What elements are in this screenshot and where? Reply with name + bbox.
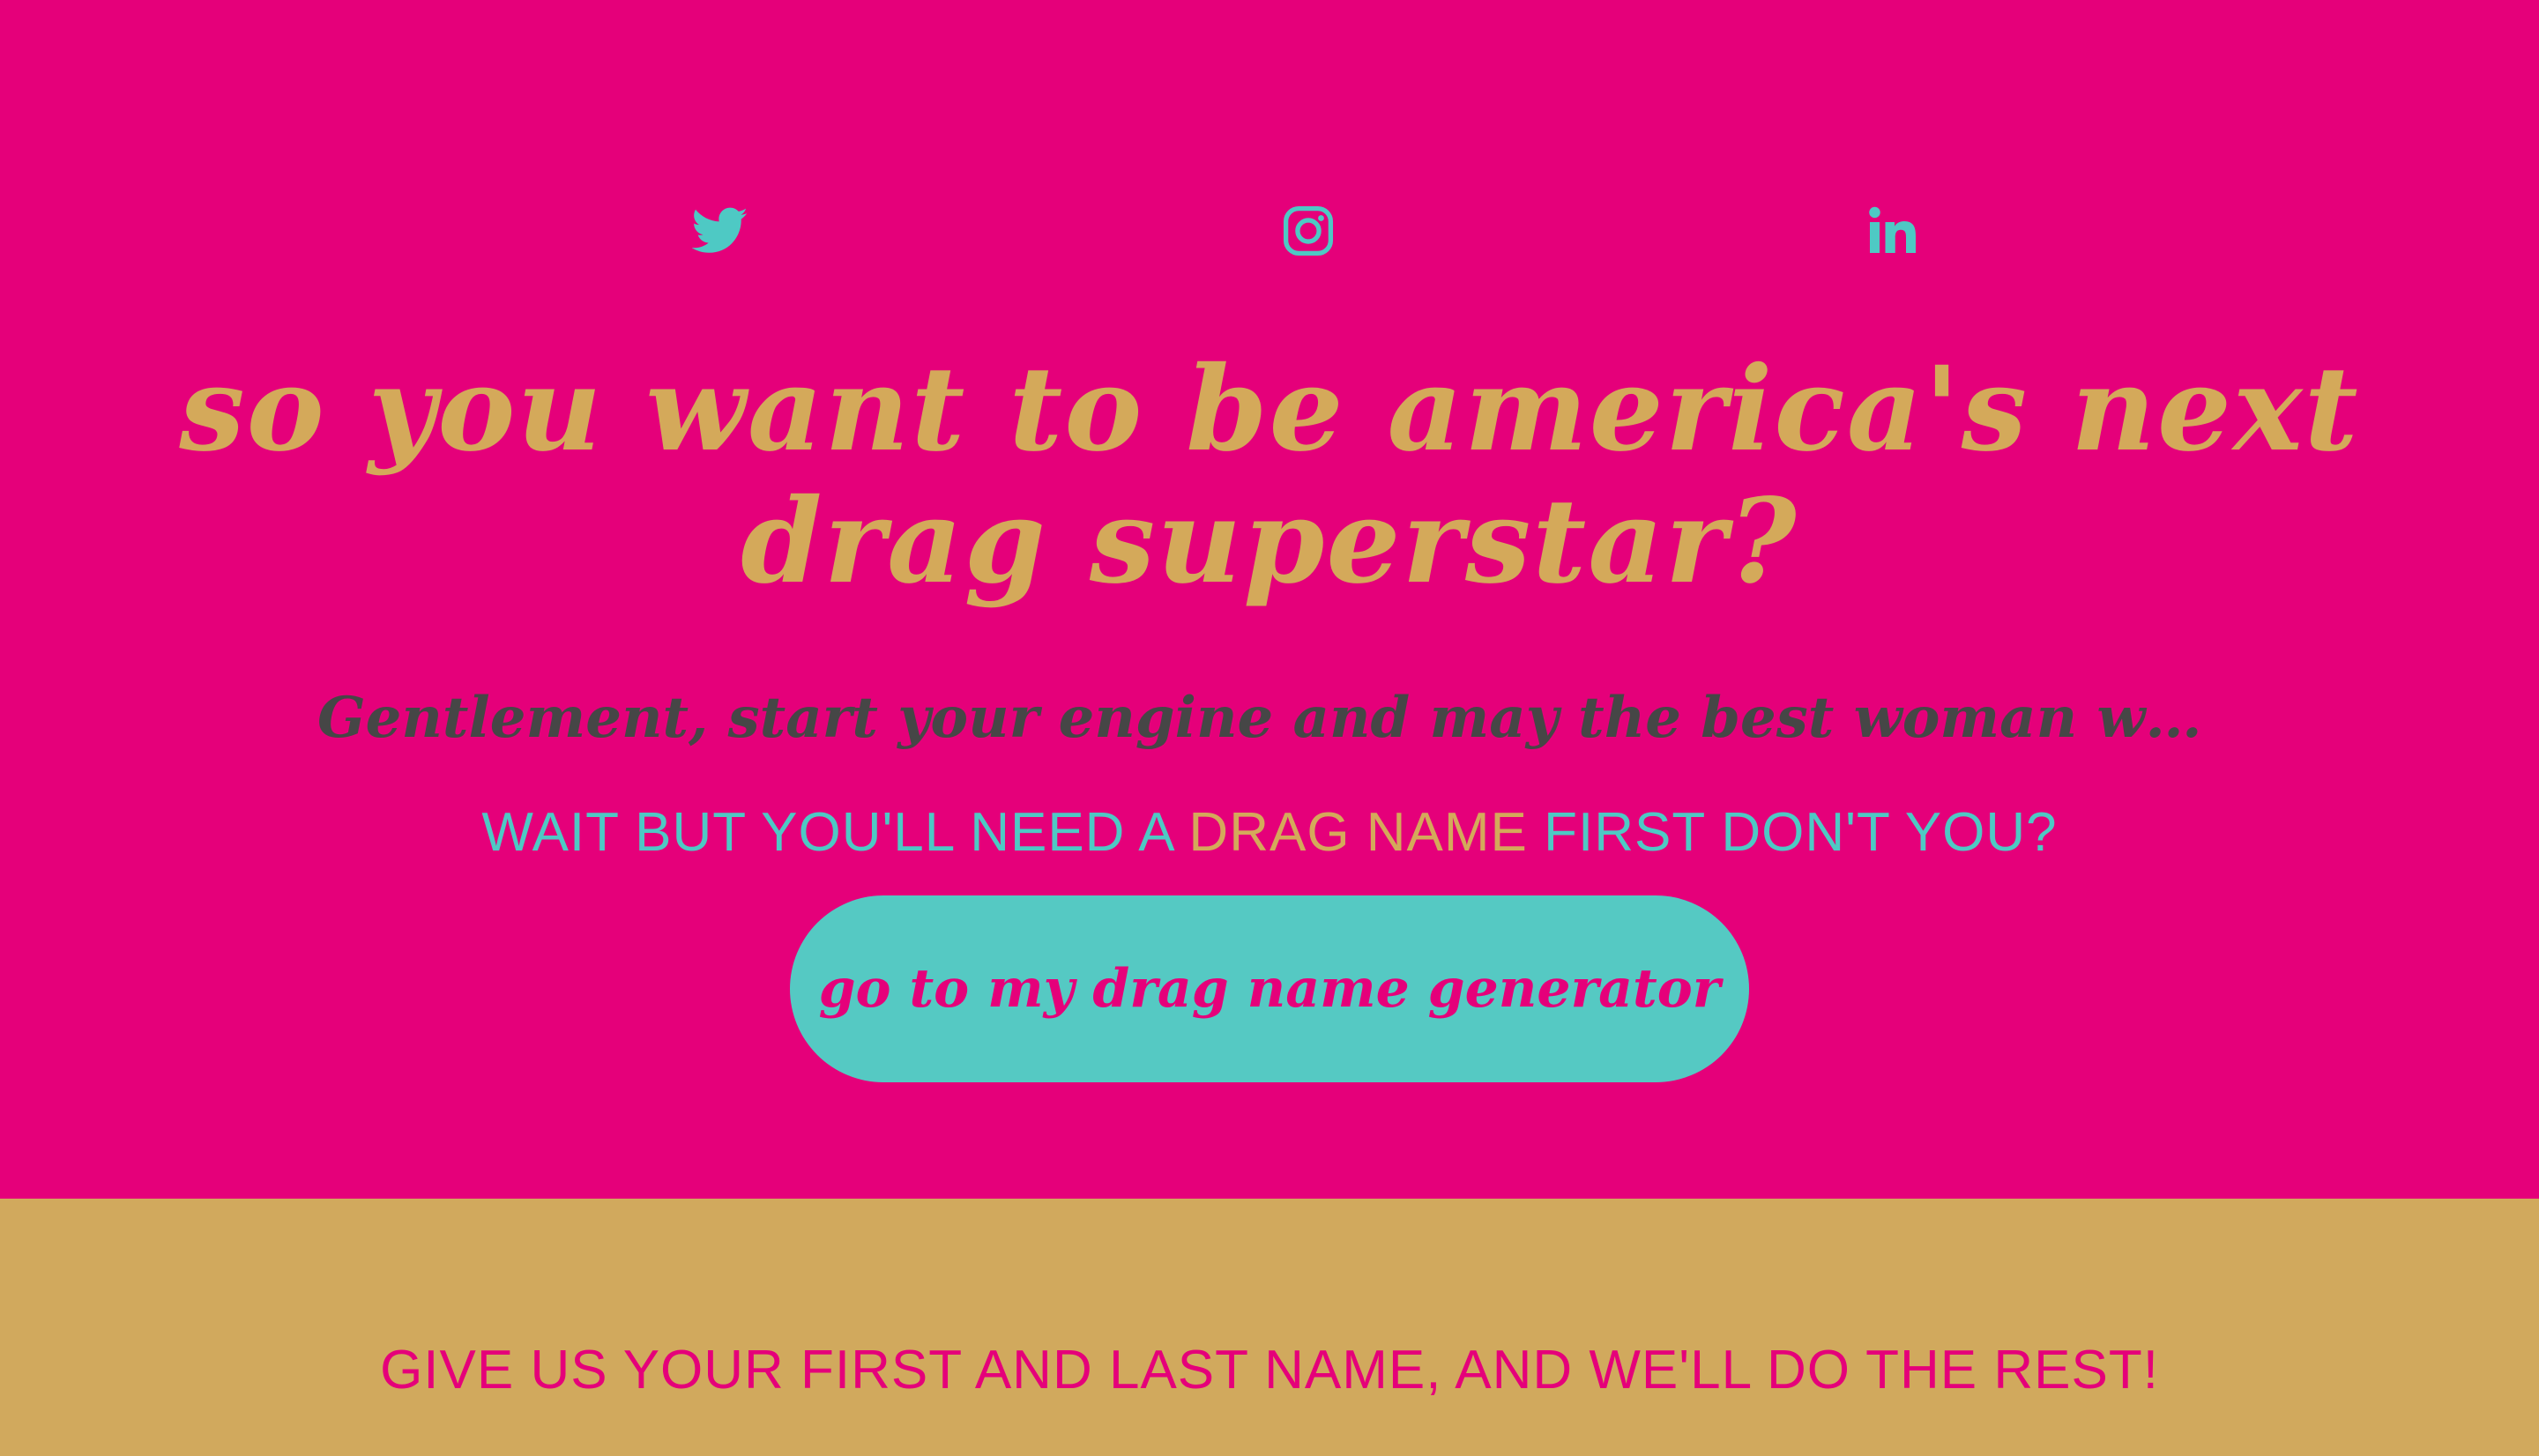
prompt-highlight: DRAG NAME xyxy=(1188,802,1528,863)
linkedin-link[interactable] xyxy=(1862,201,1922,261)
hero-subtitle: Gentlement, start your engine and may th… xyxy=(317,685,2222,751)
twitter-link[interactable] xyxy=(690,201,750,261)
linkedin-icon xyxy=(1865,204,1918,257)
hero-section: So you want to be America's next drag su… xyxy=(0,0,2539,1199)
page-title: So you want to be America's next drag su… xyxy=(179,341,2360,610)
drag-name-generator-button[interactable]: go to my drag name generator xyxy=(790,895,1749,1082)
band-instructions: GIVE US YOUR FIRST AND LAST NAME, AND WE… xyxy=(380,1340,2159,1400)
drag-name-prompt: WAIT BUT YOU'LL NEED A DRAG NAME FIRST D… xyxy=(212,798,2327,868)
prompt-text-end: FIRST DON'T YOU? xyxy=(1527,802,2058,863)
instagram-icon xyxy=(1283,205,1334,256)
prompt-text-start: WAIT BUT YOU'LL NEED A xyxy=(481,802,1189,863)
instagram-link[interactable] xyxy=(1278,201,1338,261)
info-band xyxy=(0,1199,2539,1456)
twitter-icon xyxy=(692,207,748,255)
